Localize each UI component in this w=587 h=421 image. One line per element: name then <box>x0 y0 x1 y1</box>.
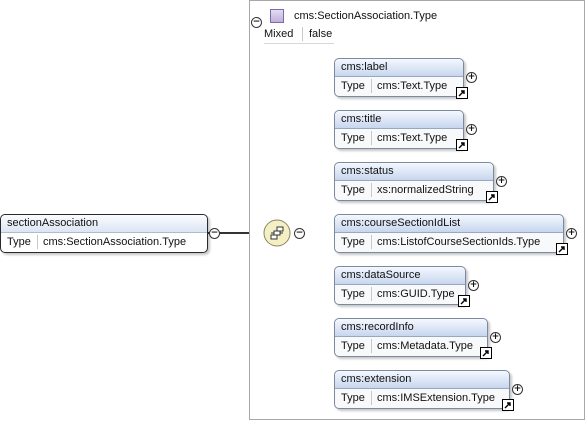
expand-child-toggle[interactable]: + <box>512 384 523 395</box>
complex-type-icon <box>270 9 284 23</box>
element-type-row: Type cms:Text.Type <box>335 129 463 147</box>
expand-child-toggle[interactable]: + <box>496 176 507 187</box>
element-type-row: Type cms:Metadata.Type <box>335 337 487 355</box>
root-element-type-row: Type cms:SectionAssociation.Type <box>1 233 207 251</box>
element-name: cms:status <box>335 163 493 181</box>
sequence-compositor-icon[interactable] <box>263 219 291 247</box>
type-label: Type <box>341 80 365 92</box>
root-element-name: sectionAssociation <box>1 215 207 233</box>
element-name: cms:dataSource <box>335 267 465 285</box>
collapse-root-toggle[interactable]: − <box>209 228 220 239</box>
type-divider <box>371 339 372 353</box>
child-element-status[interactable]: cms:status Type xs:normalizedString <box>334 162 498 203</box>
element-type-row: Type cms:GUID.Type <box>335 285 465 303</box>
property-divider <box>302 27 303 41</box>
type-reference-icon[interactable] <box>456 139 468 151</box>
element-type-row: Type cms:ListofCourseSectionIds.Type <box>335 233 563 251</box>
type-divider <box>37 235 38 249</box>
expand-child-toggle[interactable]: + <box>490 332 501 343</box>
expand-child-toggle[interactable]: + <box>468 280 479 291</box>
collapse-complex-type-toggle[interactable]: − <box>251 17 262 28</box>
child-element-data-source[interactable]: cms:dataSource Type cms:GUID.Type <box>334 266 470 307</box>
type-reference-icon[interactable] <box>480 347 492 359</box>
type-label: Type <box>7 236 31 248</box>
element-name: cms:courseSectionIdList <box>335 215 563 233</box>
element-name: cms:recordInfo <box>335 319 487 337</box>
type-label: Type <box>341 288 365 300</box>
type-value: cms:Text.Type <box>377 80 448 92</box>
type-reference-icon[interactable] <box>456 87 468 99</box>
collapse-sequence-toggle[interactable]: − <box>294 228 305 239</box>
element-type-row: Type xs:normalizedString <box>335 181 493 199</box>
child-element-label[interactable]: cms:label Type cms:Text.Type <box>334 58 468 99</box>
type-value: cms:Text.Type <box>377 132 448 144</box>
type-value: cms:Metadata.Type <box>377 340 473 352</box>
root-element-box[interactable]: sectionAssociation Type cms:SectionAssoc… <box>0 214 208 253</box>
type-reference-icon[interactable] <box>486 191 498 203</box>
expand-child-toggle[interactable]: + <box>466 72 477 83</box>
type-label: Type <box>341 184 365 196</box>
type-divider <box>371 79 372 93</box>
element-type-row: Type cms:Text.Type <box>335 77 463 95</box>
property-name: Mixed <box>264 28 294 40</box>
element-name: cms:extension <box>335 371 509 389</box>
complex-type-header: cms:SectionAssociation.Type <box>270 8 437 24</box>
type-reference-icon[interactable] <box>502 399 514 411</box>
type-divider <box>371 131 372 145</box>
property-underline <box>264 43 334 44</box>
mixed-property-row: Mixed false <box>264 25 332 43</box>
child-element-record-info[interactable]: cms:recordInfo Type cms:Metadata.Type <box>334 318 492 359</box>
type-value: xs:normalizedString <box>377 184 474 196</box>
element-name: cms:title <box>335 111 463 129</box>
complex-type-name: cms:SectionAssociation.Type <box>294 10 438 22</box>
type-divider <box>371 287 372 301</box>
element-name: cms:label <box>335 59 463 77</box>
property-value: false <box>309 28 333 40</box>
expand-child-toggle[interactable]: + <box>466 124 477 135</box>
type-label: Type <box>341 392 365 404</box>
child-element-title[interactable]: cms:title Type cms:Text.Type <box>334 110 468 151</box>
type-label: Type <box>341 236 365 248</box>
type-value: cms:SectionAssociation.Type <box>43 236 187 248</box>
type-value: cms:ListofCourseSectionIds.Type <box>377 236 541 248</box>
element-type-row: Type cms:IMSExtension.Type <box>335 389 509 407</box>
type-divider <box>371 235 372 249</box>
type-divider <box>371 391 372 405</box>
type-reference-icon[interactable] <box>458 295 470 307</box>
expand-child-toggle[interactable]: + <box>566 228 577 239</box>
type-value: cms:IMSExtension.Type <box>377 392 495 404</box>
type-label: Type <box>341 132 365 144</box>
type-value: cms:GUID.Type <box>377 288 455 300</box>
child-element-extension[interactable]: cms:extension Type cms:IMSExtension.Type <box>334 370 514 411</box>
type-reference-icon[interactable] <box>556 243 568 255</box>
type-label: Type <box>341 340 365 352</box>
child-element-course-section-id-list[interactable]: cms:courseSectionIdList Type cms:ListofC… <box>334 214 568 255</box>
type-divider <box>371 183 372 197</box>
